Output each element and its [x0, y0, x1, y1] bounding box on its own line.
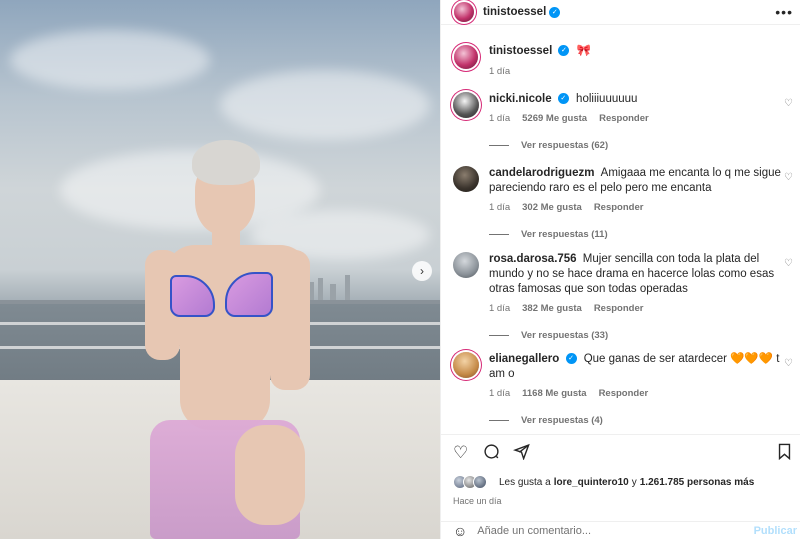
comment-item: nicki.nicole ✓ holiiiuuuuuu 1 día 5269 M…: [453, 92, 793, 151]
divider: [489, 420, 509, 421]
caption-text: 🎀: [576, 45, 592, 57]
comment-likes[interactable]: 382 Me gusta: [522, 303, 582, 314]
view-replies-button[interactable]: Ver respuestas (4): [489, 415, 793, 426]
author-avatar[interactable]: [454, 45, 478, 69]
smiley-face-icon[interactable]: ☺: [453, 523, 467, 539]
comment-likes[interactable]: 302 Me gusta: [522, 202, 582, 213]
liker-avatar[interactable]: [473, 475, 487, 489]
heart-icon[interactable]: ♡: [784, 358, 793, 369]
post-image[interactable]: ›: [0, 0, 440, 539]
heart-icon[interactable]: ♡: [453, 443, 468, 463]
comment-item: elianegallero ✓ Que ganas de ser atardec…: [453, 352, 793, 426]
view-replies-button[interactable]: Ver respuestas (11): [489, 229, 793, 240]
heart-icon[interactable]: ♡: [784, 258, 793, 269]
comment-likes[interactable]: 5269 Me gusta: [522, 113, 587, 124]
commenter-avatar[interactable]: [453, 252, 479, 278]
view-replies-button[interactable]: Ver respuestas (62): [489, 140, 793, 151]
heart-icon[interactable]: ♡: [784, 172, 793, 183]
comment-time[interactable]: 1 día: [489, 202, 510, 213]
author-avatar[interactable]: [454, 2, 474, 22]
next-image-button[interactable]: ›: [412, 261, 432, 281]
verified-badge-icon: ✓: [558, 45, 570, 57]
divider: [489, 335, 509, 336]
comment-item: candelarodriguezm Amigaaa me encanta lo …: [453, 166, 793, 240]
reply-button[interactable]: Responder: [599, 113, 649, 124]
post-header: tinistoessel ✓ •••: [441, 0, 800, 25]
author-username[interactable]: tinistoessel: [483, 6, 546, 18]
likes-prefix: Les gusta a: [499, 476, 551, 488]
comments-list[interactable]: tinistoessel ✓ 🎀 1 día nicki.nicole ✓ ho…: [441, 34, 800, 434]
comment-likes[interactable]: 1168 Me gusta: [522, 388, 586, 399]
more-options-icon[interactable]: •••: [775, 4, 793, 20]
heart-icon[interactable]: ♡: [784, 98, 793, 109]
post-comment-button[interactable]: Publicar: [754, 525, 797, 537]
reply-button[interactable]: Responder: [594, 303, 644, 314]
comment-time[interactable]: 1 día: [489, 303, 510, 314]
divider: [489, 234, 509, 235]
caption-username[interactable]: tinistoessel: [489, 45, 552, 57]
comment-time[interactable]: 1 día: [489, 388, 510, 399]
comment-username[interactable]: elianegallero: [489, 353, 559, 365]
reply-button[interactable]: Responder: [594, 202, 644, 213]
reply-button[interactable]: Responder: [599, 388, 649, 399]
view-replies-label: Ver respuestas (33): [521, 330, 609, 341]
comment-username[interactable]: candelarodriguezm: [489, 167, 594, 179]
post-actions: ♡ Les gusta a lore_quintero10 y 1.261.78…: [441, 434, 800, 539]
view-replies-label: Ver respuestas (11): [521, 229, 608, 240]
comment-item: rosa.darosa.756 Mujer sencilla con toda …: [453, 252, 793, 341]
bookmark-icon[interactable]: [777, 443, 792, 465]
verified-badge-icon: ✓: [549, 6, 561, 18]
likes-connector: y: [631, 476, 637, 488]
comment-icon[interactable]: [483, 443, 500, 465]
post-panel: tinistoessel ✓ ••• tinistoessel ✓ 🎀 1 dí…: [440, 0, 800, 539]
comment-input[interactable]: [477, 525, 754, 537]
view-replies-button[interactable]: Ver respuestas (33): [489, 330, 793, 341]
commenter-avatar[interactable]: [453, 166, 479, 192]
commenter-avatar[interactable]: [453, 352, 479, 378]
comment-username[interactable]: nicki.nicole: [489, 93, 552, 105]
likes-count[interactable]: 1.261.785 personas más: [640, 477, 755, 488]
likes-summary: Les gusta a lore_quintero10 y 1.261.785 …: [453, 475, 754, 489]
post-timestamp[interactable]: Hace un día: [453, 496, 502, 506]
paper-plane-icon[interactable]: [512, 443, 530, 465]
view-replies-label: Ver respuestas (4): [521, 415, 603, 426]
divider: [489, 145, 509, 146]
comment-time[interactable]: 1 día: [489, 113, 510, 124]
likes-user[interactable]: lore_quintero10: [554, 477, 629, 488]
comment-text: holiiiuuuuuu: [576, 93, 638, 105]
caption-time[interactable]: 1 día: [489, 66, 510, 77]
chevron-right-icon: ›: [420, 264, 424, 278]
verified-badge-icon: ✓: [557, 93, 569, 105]
comment-username[interactable]: rosa.darosa.756: [489, 253, 577, 265]
view-replies-label: Ver respuestas (62): [521, 140, 609, 151]
caption: tinistoessel ✓ 🎀 1 día: [453, 44, 793, 77]
commenter-avatar[interactable]: [453, 92, 479, 118]
add-comment-bar: ☺ Publicar: [441, 521, 800, 539]
verified-badge-icon: ✓: [565, 353, 577, 365]
